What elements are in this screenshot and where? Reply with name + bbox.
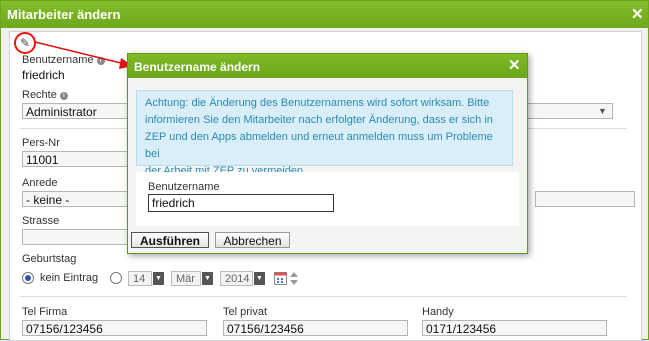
rename-username-dialog: Benutzername ändern ✕ Achtung: die Änder… (127, 53, 528, 254)
execute-button[interactable]: Ausführen (131, 232, 209, 248)
new-username-label: Benutzername (148, 181, 220, 193)
notice-line: ZEP und den Apps abmelden und erneut anm… (145, 131, 493, 160)
warning-notice: Achtung: die Änderung des Benutzernamens… (136, 90, 513, 177)
notice-line: Achtung: die Änderung des Benutzernamens… (145, 97, 490, 109)
notice-line: informieren Sie den Mitarbeiter nach erf… (145, 114, 493, 126)
new-username-input[interactable]: friedrich (148, 194, 334, 212)
dialog-title: Benutzername ändern (134, 60, 261, 74)
cancel-button[interactable]: Abbrechen (215, 232, 290, 248)
dialog-close-icon[interactable]: ✕ (508, 58, 521, 73)
dialog-titlebar: Benutzername ändern ✕ (128, 54, 527, 78)
dialog-form: Benutzername friedrich (136, 172, 519, 226)
